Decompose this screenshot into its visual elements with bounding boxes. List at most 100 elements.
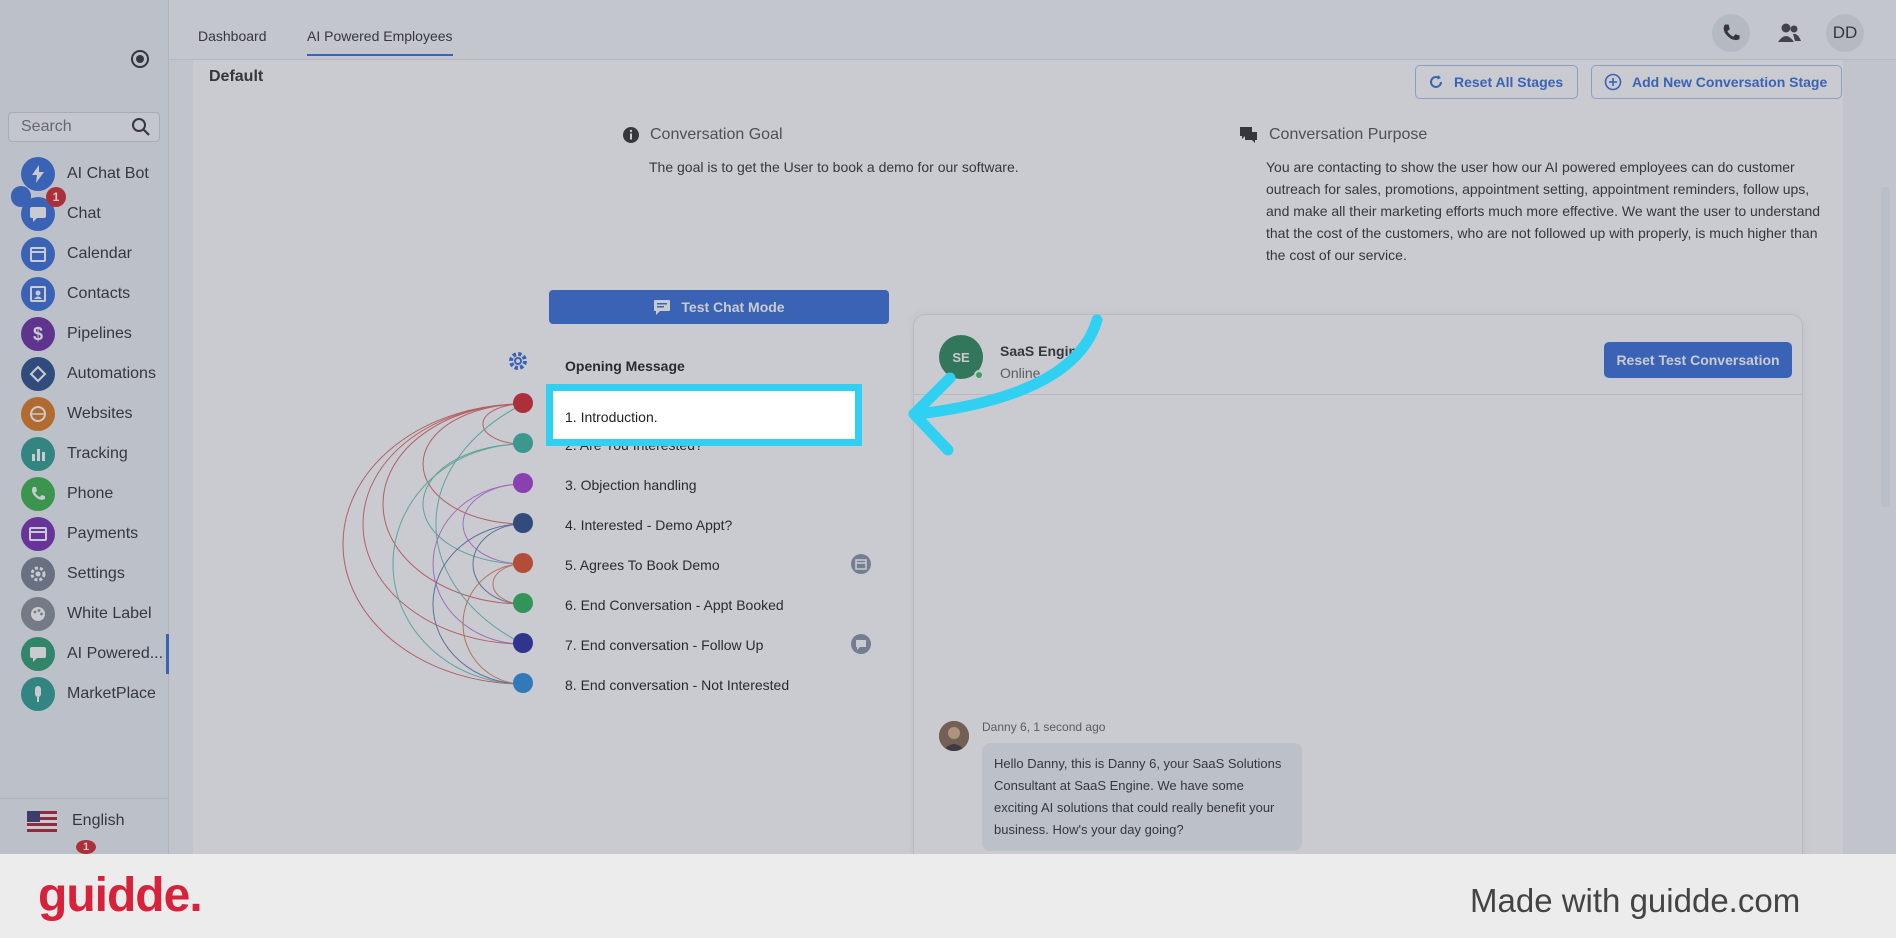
highlighted-stage-label: 1. Introduction. (565, 409, 658, 425)
conversation-goal-text: The goal is to get the User to book a de… (649, 159, 1019, 175)
calendar-icon (21, 237, 55, 271)
tab-dashboard[interactable]: Dashboard (198, 28, 267, 44)
globe-icon (21, 397, 55, 431)
message-meta: Danny 6, 1 second ago (982, 720, 1106, 734)
us-flag-icon (27, 811, 57, 832)
top-bar: Dashboard AI Powered Employees (169, 0, 1896, 60)
users-icon (1778, 23, 1801, 42)
sidebar-item-calendar[interactable]: Calendar (0, 234, 169, 274)
phone-icon (1723, 24, 1740, 41)
search-input[interactable]: Search (8, 112, 160, 142)
conversation-purpose-label: Conversation Purpose (1269, 126, 1428, 143)
search-placeholder: Search (21, 118, 72, 135)
gear-icon (21, 557, 55, 591)
message-bubble: Hello Danny, this is Danny 6, your SaaS … (982, 743, 1302, 851)
forum-icon (1240, 127, 1257, 143)
sidebar-item-automations[interactable]: Automations (0, 354, 169, 394)
stage-node-4 (513, 513, 533, 533)
phone-call-button[interactable] (1712, 14, 1750, 52)
conversation-purpose-title: Conversation Purpose (1239, 126, 1427, 144)
stage-node-5 (513, 553, 533, 573)
users-button[interactable] (1770, 14, 1808, 52)
sidebar-item-websites[interactable]: Websites (0, 394, 169, 434)
footer: guidde. Made with guidde.com (0, 854, 1896, 938)
reset-test-conversation-button[interactable]: Reset Test Conversation (1604, 342, 1792, 378)
stage-item-8[interactable]: 8. End conversation - Not Interested (565, 677, 789, 693)
conversation-goal-title: Conversation Goal (622, 126, 783, 144)
stage-item-6[interactable]: 6. End Conversation - Appt Booked (565, 597, 784, 613)
sidebar-item-label: Payments (67, 525, 139, 542)
stage-item-5[interactable]: 5. Agrees To Book Demo (565, 557, 720, 573)
microphone-icon (21, 677, 55, 711)
sidebar-toggle-icon[interactable] (131, 50, 149, 68)
contacts-icon (21, 277, 55, 311)
message-sender-avatar (939, 721, 969, 751)
plus-circle-icon (1604, 73, 1622, 91)
bar-chart-icon (21, 437, 55, 471)
sidebar-item-label: AI Chat Bot (67, 165, 149, 182)
conversation-purpose-text: You are contacting to show the user how … (1266, 159, 1821, 263)
page-scrollbar[interactable] (1881, 187, 1890, 507)
sidebar-item-label: AI Powered... (67, 645, 164, 662)
sidebar-item-pipelines[interactable]: $ Pipelines (0, 314, 169, 354)
sidebar: Search AI Chat Bot 1 Chat 1 Calendar Con… (0, 0, 169, 854)
bottom-notification-badge: 1 (76, 840, 96, 854)
sidebar-item-phone[interactable]: Phone (0, 474, 169, 514)
sidebar-item-label: Automations (67, 365, 156, 382)
user-avatar[interactable]: DD (1826, 14, 1864, 52)
reset-test-conversation-label: Reset Test Conversation (1616, 352, 1780, 368)
sidebar-item-label: Tracking (67, 445, 128, 462)
add-conversation-stage-label: Add New Conversation Stage (1632, 74, 1828, 90)
search-icon (132, 118, 150, 136)
sidebar-item-marketplace[interactable]: MarketPlace (0, 674, 169, 714)
sidebar-item-label: Pipelines (67, 325, 132, 342)
sidebar-item-ai-powered[interactable]: AI Powered... (0, 634, 169, 674)
sidebar-item-label: Chat (67, 205, 101, 222)
reset-all-stages-label: Reset All Stages (1454, 74, 1564, 90)
stage-item-7[interactable]: 7. End conversation - Follow Up (565, 637, 763, 653)
sidebar-item-label: Websites (67, 405, 133, 422)
sidebar-item-white-label[interactable]: White Label (0, 594, 169, 634)
stage-node-2 (513, 433, 533, 453)
section-title: Default (209, 68, 264, 85)
stage-node-6 (513, 593, 533, 613)
chat-badge-blue-2 (11, 187, 31, 207)
opening-message-label[interactable]: Opening Message (565, 358, 685, 374)
sidebar-item-label: Phone (67, 485, 114, 502)
chat-bubble-icon (654, 300, 671, 315)
sidebar-item-label: Settings (67, 565, 125, 582)
stage-node-7 (513, 633, 533, 653)
sidebar-item-settings[interactable]: Settings (0, 554, 169, 594)
stage-node-3 (513, 473, 533, 493)
sidebar-item-tracking[interactable]: Tracking (0, 434, 169, 474)
sidebar-item-contacts[interactable]: Contacts (0, 274, 169, 314)
guidde-logo: guidde. (38, 869, 203, 922)
palette-icon (21, 597, 55, 631)
calendar-action-icon[interactable] (851, 554, 871, 574)
made-with-text: Made with guidde.com (1470, 882, 1801, 919)
message-action-icon[interactable] (851, 634, 871, 654)
stage-item-4[interactable]: 4. Interested - Demo Appt? (565, 517, 732, 533)
test-chat-mode-label: Test Chat Mode (681, 299, 785, 315)
stage-connections (342, 403, 524, 685)
sidebar-item-payments[interactable]: Payments (0, 514, 169, 554)
language-selector[interactable]: English (0, 798, 169, 842)
language-label: English (72, 811, 125, 829)
sidebar-item-label: Calendar (67, 245, 132, 262)
tab-ai-powered-employees[interactable]: AI Powered Employees (307, 28, 453, 56)
refresh-icon (1430, 75, 1442, 88)
stage-node-1 (513, 393, 533, 413)
info-icon (623, 127, 639, 143)
stage-node-8 (513, 673, 533, 693)
sidebar-item-label: White Label (67, 605, 152, 622)
sidebar-item-label: Contacts (67, 285, 131, 302)
sidebar-item-label: MarketPlace (67, 685, 156, 702)
automation-icon (21, 357, 55, 391)
lightning-icon (21, 157, 55, 191)
highlighted-stage-introduction[interactable]: 1. Introduction. (546, 384, 862, 446)
reset-all-stages-button[interactable]: Reset All Stages (1415, 65, 1579, 99)
stage-item-3[interactable]: 3. Objection handling (565, 477, 697, 493)
pointer-arrow-icon (908, 314, 1103, 456)
test-chat-mode-button[interactable]: Test Chat Mode (549, 290, 889, 324)
add-conversation-stage-button[interactable]: Add New Conversation Stage (1591, 65, 1843, 99)
